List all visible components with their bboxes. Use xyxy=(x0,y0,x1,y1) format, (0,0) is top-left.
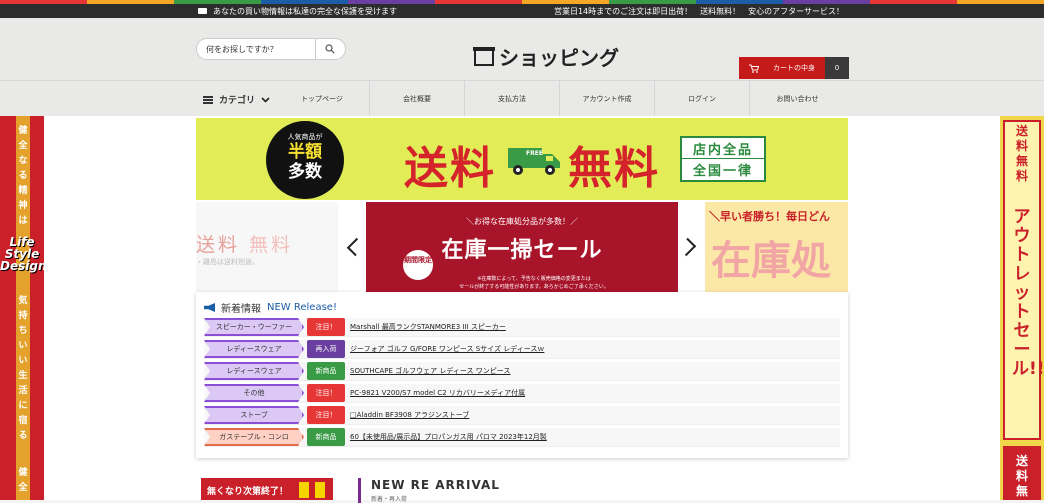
left-banner-text: 健全なる精神は xyxy=(18,126,28,226)
cart-icon xyxy=(749,64,759,73)
news-row: スピーカー・ウーファー 注目！ Marshall 最高ランクSTANMORE3 … xyxy=(204,318,840,337)
news-link[interactable]: PC-9821 V200/S7 model C2 リカバリーメディア付属 xyxy=(350,388,525,398)
news-tag: 新商品 xyxy=(307,362,345,380)
news-row: その他 注目！ PC-9821 V200/S7 model C2 リカバリーメデ… xyxy=(204,384,840,403)
top-info-bar: あなたの買い物情報は私達の完全な保護を受けます 営業日14時までのご注文は即日出… xyxy=(0,4,1044,18)
sale-carousel: 送料 無料 ・離島は送料別途。 ＼お得な在庫処分品が多数！／ 在庫一掃セール 期… xyxy=(196,202,848,294)
news-category[interactable]: レディースウェア xyxy=(204,362,304,380)
nav-item-login[interactable]: ログイン xyxy=(655,81,750,117)
half-price-badge: 人気商品が 半額 多数 xyxy=(266,121,344,199)
search-input[interactable] xyxy=(197,44,315,54)
chevron-down-icon xyxy=(261,96,270,103)
news-header: 新着情報 NEW Release! xyxy=(204,300,337,315)
free-label: FREE xyxy=(526,150,543,157)
cart-label: カートの中身 xyxy=(773,64,815,72)
cart-count: 0 xyxy=(825,57,849,79)
news-tag: 再入荷 xyxy=(307,340,345,358)
left-banner-text-2: 気持ちいい生活に宿る xyxy=(18,296,28,441)
category-menu-button[interactable]: カテゴリ xyxy=(203,93,270,106)
news-tag: 注目！ xyxy=(307,384,345,402)
chevron-right-icon xyxy=(677,237,697,257)
topbar-right-text: 営業日14時までのご注文は即日出荷！ 送料無料！ 安心のアフターサービス！ xyxy=(553,6,844,16)
news-title: 新着情報 xyxy=(221,304,261,315)
left-banner-brand: Life Style Design xyxy=(0,235,44,273)
category-label: カテゴリ xyxy=(219,96,256,106)
shop-icon xyxy=(473,46,495,66)
news-category[interactable]: スピーカー・ウーファー xyxy=(204,318,304,336)
news-category[interactable]: ストーブ xyxy=(204,406,304,424)
hamburger-icon xyxy=(203,95,213,104)
news-category[interactable]: ガステーブル・コンロ xyxy=(204,428,304,446)
topbar-left-text: あなたの買い物情報は私達の完全な保護を受けます xyxy=(213,6,397,16)
nav-item-payment[interactable]: 支払方法 xyxy=(465,81,560,117)
carousel-slide-next[interactable]: ＼早い者勝ち！毎日どん 在庫処 xyxy=(705,202,848,294)
search-box xyxy=(196,38,346,60)
down-arrow-icon xyxy=(315,482,325,498)
banner-free-text-1: 送料 xyxy=(404,143,496,194)
carousel-slide-active[interactable]: ＼お得な在庫処分品が多数！／ 在庫一掃セール 期間限定 ※在庫数によって、予告な… xyxy=(366,202,678,294)
new-arrival-sub: 新着・再入荷 xyxy=(371,496,408,503)
chevron-left-icon xyxy=(346,237,366,257)
news-link[interactable]: Marshall 最高ランクSTANMORE3 III スピーカー xyxy=(350,322,506,332)
down-arrow-icon xyxy=(299,482,309,498)
left-banner-text-3: 健全 xyxy=(18,468,28,493)
carousel-slide-prev[interactable]: 送料 無料 ・離島は送料別途。 xyxy=(196,202,338,294)
nav-item-contact[interactable]: お問い合わせ xyxy=(750,81,845,117)
color-stripe xyxy=(0,0,1044,4)
news-title-en: NEW Release! xyxy=(267,302,337,313)
news-row: レディースウェア 新商品 SOUTHCAPE ゴルフウェア レディース ワンピー… xyxy=(204,362,840,381)
news-category[interactable]: レディースウェア xyxy=(204,340,304,358)
main-content: 健全なる精神は Life Style Design 気持ちいい生活に宿る 健全 … xyxy=(0,116,1044,503)
news-link[interactable]: SOUTHCAPE ゴルフウェア レディース ワンピース xyxy=(350,366,510,376)
carousel-next-button[interactable] xyxy=(677,232,699,262)
main-nav: カテゴリ トップページ 会社概要 支払方法 アカウント作成 ログイン お問い合わ… xyxy=(0,80,1044,117)
megaphone-icon xyxy=(204,303,215,312)
free-shipping-banner[interactable]: 人気商品が 半額 多数 送料 FREE 無料 店内全品 全国一律 xyxy=(196,118,848,200)
slide-note: ※在庫数によって、予告なく販売価格の変更または セールが終了する可能性があります… xyxy=(459,276,609,290)
carousel-prev-button[interactable] xyxy=(344,232,366,262)
left-side-banner[interactable]: 健全なる精神は Life Style Design 気持ちいい生活に宿る 健全 xyxy=(0,116,44,500)
nav-item-company[interactable]: 会社概要 xyxy=(370,81,465,117)
search-icon xyxy=(324,44,335,54)
news-row: レディースウェア 再入荷 ジーフォア ゴルフ G/FORE ワンピース Sサイズ… xyxy=(204,340,840,359)
nav-item-top[interactable]: トップページ xyxy=(275,81,370,117)
news-category[interactable]: その他 xyxy=(204,384,304,402)
search-button[interactable] xyxy=(315,39,343,59)
news-row: ストーブ 注目！ □Aladdin BF3908 アラジンストーブ xyxy=(204,406,840,425)
promo-text: 無くなり次第終了！ xyxy=(207,487,289,497)
news-tag: 注目！ xyxy=(307,318,345,336)
new-arrival-heading: NEW RE ARRIVAL 新着・再入荷 xyxy=(358,478,500,503)
news-tag: 新商品 xyxy=(307,428,345,446)
news-row: ガステーブル・コンロ 新商品 60【未使用品/展示品】プロパンガス用 パロマ 2… xyxy=(204,428,840,447)
cart-button[interactable]: カートの中身 0 xyxy=(739,57,849,79)
news-tag: 注目！ xyxy=(307,406,345,424)
slide-subtitle: ＼お得な在庫処分品が多数！／ xyxy=(466,217,578,226)
site-logo[interactable]: ショッピング xyxy=(473,42,619,71)
nav-item-register[interactable]: アカウント作成 xyxy=(560,81,655,117)
news-link[interactable]: ジーフォア ゴルフ G/FORE ワンピース Sサイズ レディースｗ xyxy=(350,344,544,354)
banner-info-box: 店内全品 全国一律 xyxy=(680,136,766,182)
right-banner-bottom-text: 送料無 xyxy=(1015,454,1028,498)
news-link[interactable]: 60【未使用品/展示品】プロパンガス用 パロマ 2023年12月製 xyxy=(350,432,547,442)
news-panel: 新着情報 NEW Release! スピーカー・ウーファー 注目！ Marsha… xyxy=(196,292,848,458)
new-arrival-title: NEW RE ARRIVAL xyxy=(371,478,500,492)
truck-icon xyxy=(198,8,207,14)
right-side-banner[interactable]: 送料無料 アウトレットセール!! 送料無 xyxy=(1000,116,1044,500)
site-header: ショッピング カートの中身 0 xyxy=(0,18,1044,80)
right-banner-sale-text: アウトレットセール!! xyxy=(1012,207,1044,379)
promo-banner[interactable]: 無くなり次第終了！ xyxy=(201,478,333,500)
news-link[interactable]: □Aladdin BF3908 アラジンストーブ xyxy=(350,410,469,420)
right-banner-free-text: 送料無料 xyxy=(1015,124,1028,183)
logo-text: ショッピング xyxy=(499,46,619,70)
banner-free-text-2: 無料 xyxy=(568,143,660,194)
